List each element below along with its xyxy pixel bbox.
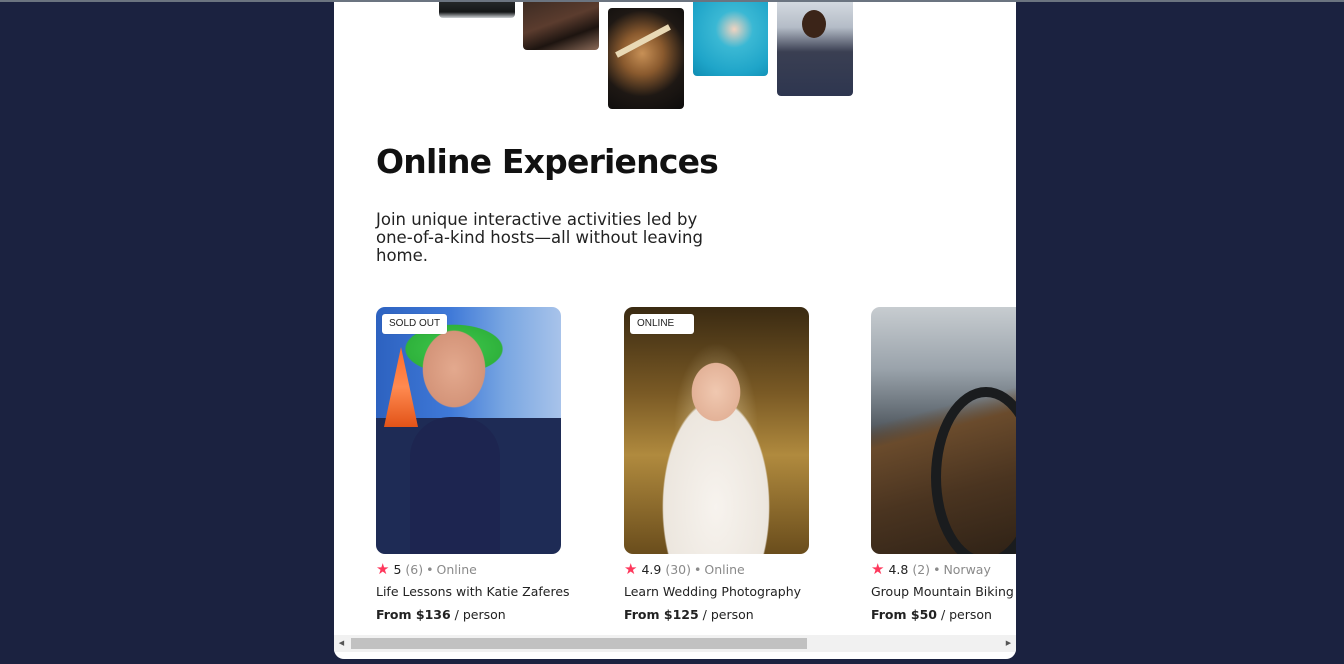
card-price: From $136 / person bbox=[376, 607, 576, 622]
hero-photo-guitar bbox=[608, 8, 684, 109]
card-price: From $125 / person bbox=[624, 607, 824, 622]
separator-dot: • bbox=[426, 561, 434, 577]
hero-photo-swimmer bbox=[693, 2, 768, 76]
card-rating: 5 bbox=[393, 561, 402, 577]
hero-photo-2 bbox=[523, 2, 599, 50]
star-icon: ★ bbox=[376, 560, 390, 578]
experience-card[interactable]: SOLD OUT ★ 5 (6) • Online Life Lessons w… bbox=[376, 307, 576, 622]
scroll-right-arrow-icon[interactable]: ▶ bbox=[1001, 635, 1016, 652]
card-rating: 4.8 bbox=[888, 561, 909, 577]
section-subtitle: Join unique interactive activities led b… bbox=[376, 210, 703, 265]
scrollbar-thumb[interactable] bbox=[351, 638, 807, 649]
card-photo[interactable]: SOLD OUT bbox=[376, 307, 561, 554]
section-heading: Online Experiences bbox=[376, 142, 719, 181]
experience-card[interactable]: ★ 4.8 (2) • Norway Group Mountain Biking… bbox=[871, 307, 1016, 622]
horizontal-scrollbar[interactable]: ◀ ▶ bbox=[334, 635, 1016, 652]
star-icon: ★ bbox=[624, 560, 638, 578]
separator-dot: • bbox=[694, 561, 702, 577]
sold-out-badge: SOLD OUT bbox=[382, 314, 448, 334]
page-container: Online Experiences Join unique interacti… bbox=[334, 2, 1016, 659]
card-price-amount: From $125 bbox=[624, 607, 699, 622]
scroll-left-arrow-icon[interactable]: ◀ bbox=[334, 635, 349, 652]
card-reviews: (2) bbox=[912, 561, 931, 577]
hero-photo-1 bbox=[439, 2, 515, 18]
card-price: From $50 / person bbox=[871, 607, 1016, 622]
separator-dot: • bbox=[933, 561, 941, 577]
online-badge: ONLINE bbox=[630, 314, 694, 334]
card-reviews: (6) bbox=[405, 561, 424, 577]
hero-photo-singer bbox=[777, 2, 853, 96]
card-price-amount: From $136 bbox=[376, 607, 451, 622]
experience-card[interactable]: ONLINE ★ 4.9 (30) • Online Learn Wedding… bbox=[624, 307, 824, 622]
card-location: Online bbox=[436, 561, 477, 577]
card-location: Norway bbox=[943, 561, 991, 577]
card-stats: ★ 4.9 (30) • Online bbox=[624, 561, 824, 577]
card-location: Online bbox=[704, 561, 745, 577]
card-title[interactable]: Life Lessons with Katie Zaferes bbox=[376, 584, 576, 599]
star-icon: ★ bbox=[871, 560, 885, 578]
card-reviews: (30) bbox=[665, 561, 692, 577]
card-photo[interactable]: ONLINE bbox=[624, 307, 809, 554]
card-price-unit: / person bbox=[698, 607, 754, 622]
card-price-unit: / person bbox=[936, 607, 992, 622]
card-photo[interactable] bbox=[871, 307, 1016, 554]
card-stats: ★ 4.8 (2) • Norway bbox=[871, 561, 1016, 577]
card-rating: 4.9 bbox=[641, 561, 662, 577]
card-price-unit: / person bbox=[450, 607, 506, 622]
card-price-amount: From $50 bbox=[871, 607, 937, 622]
card-title[interactable]: Group Mountain Biking bbox=[871, 584, 1016, 599]
card-title[interactable]: Learn Wedding Photography bbox=[624, 584, 824, 599]
card-stats: ★ 5 (6) • Online bbox=[376, 561, 576, 577]
